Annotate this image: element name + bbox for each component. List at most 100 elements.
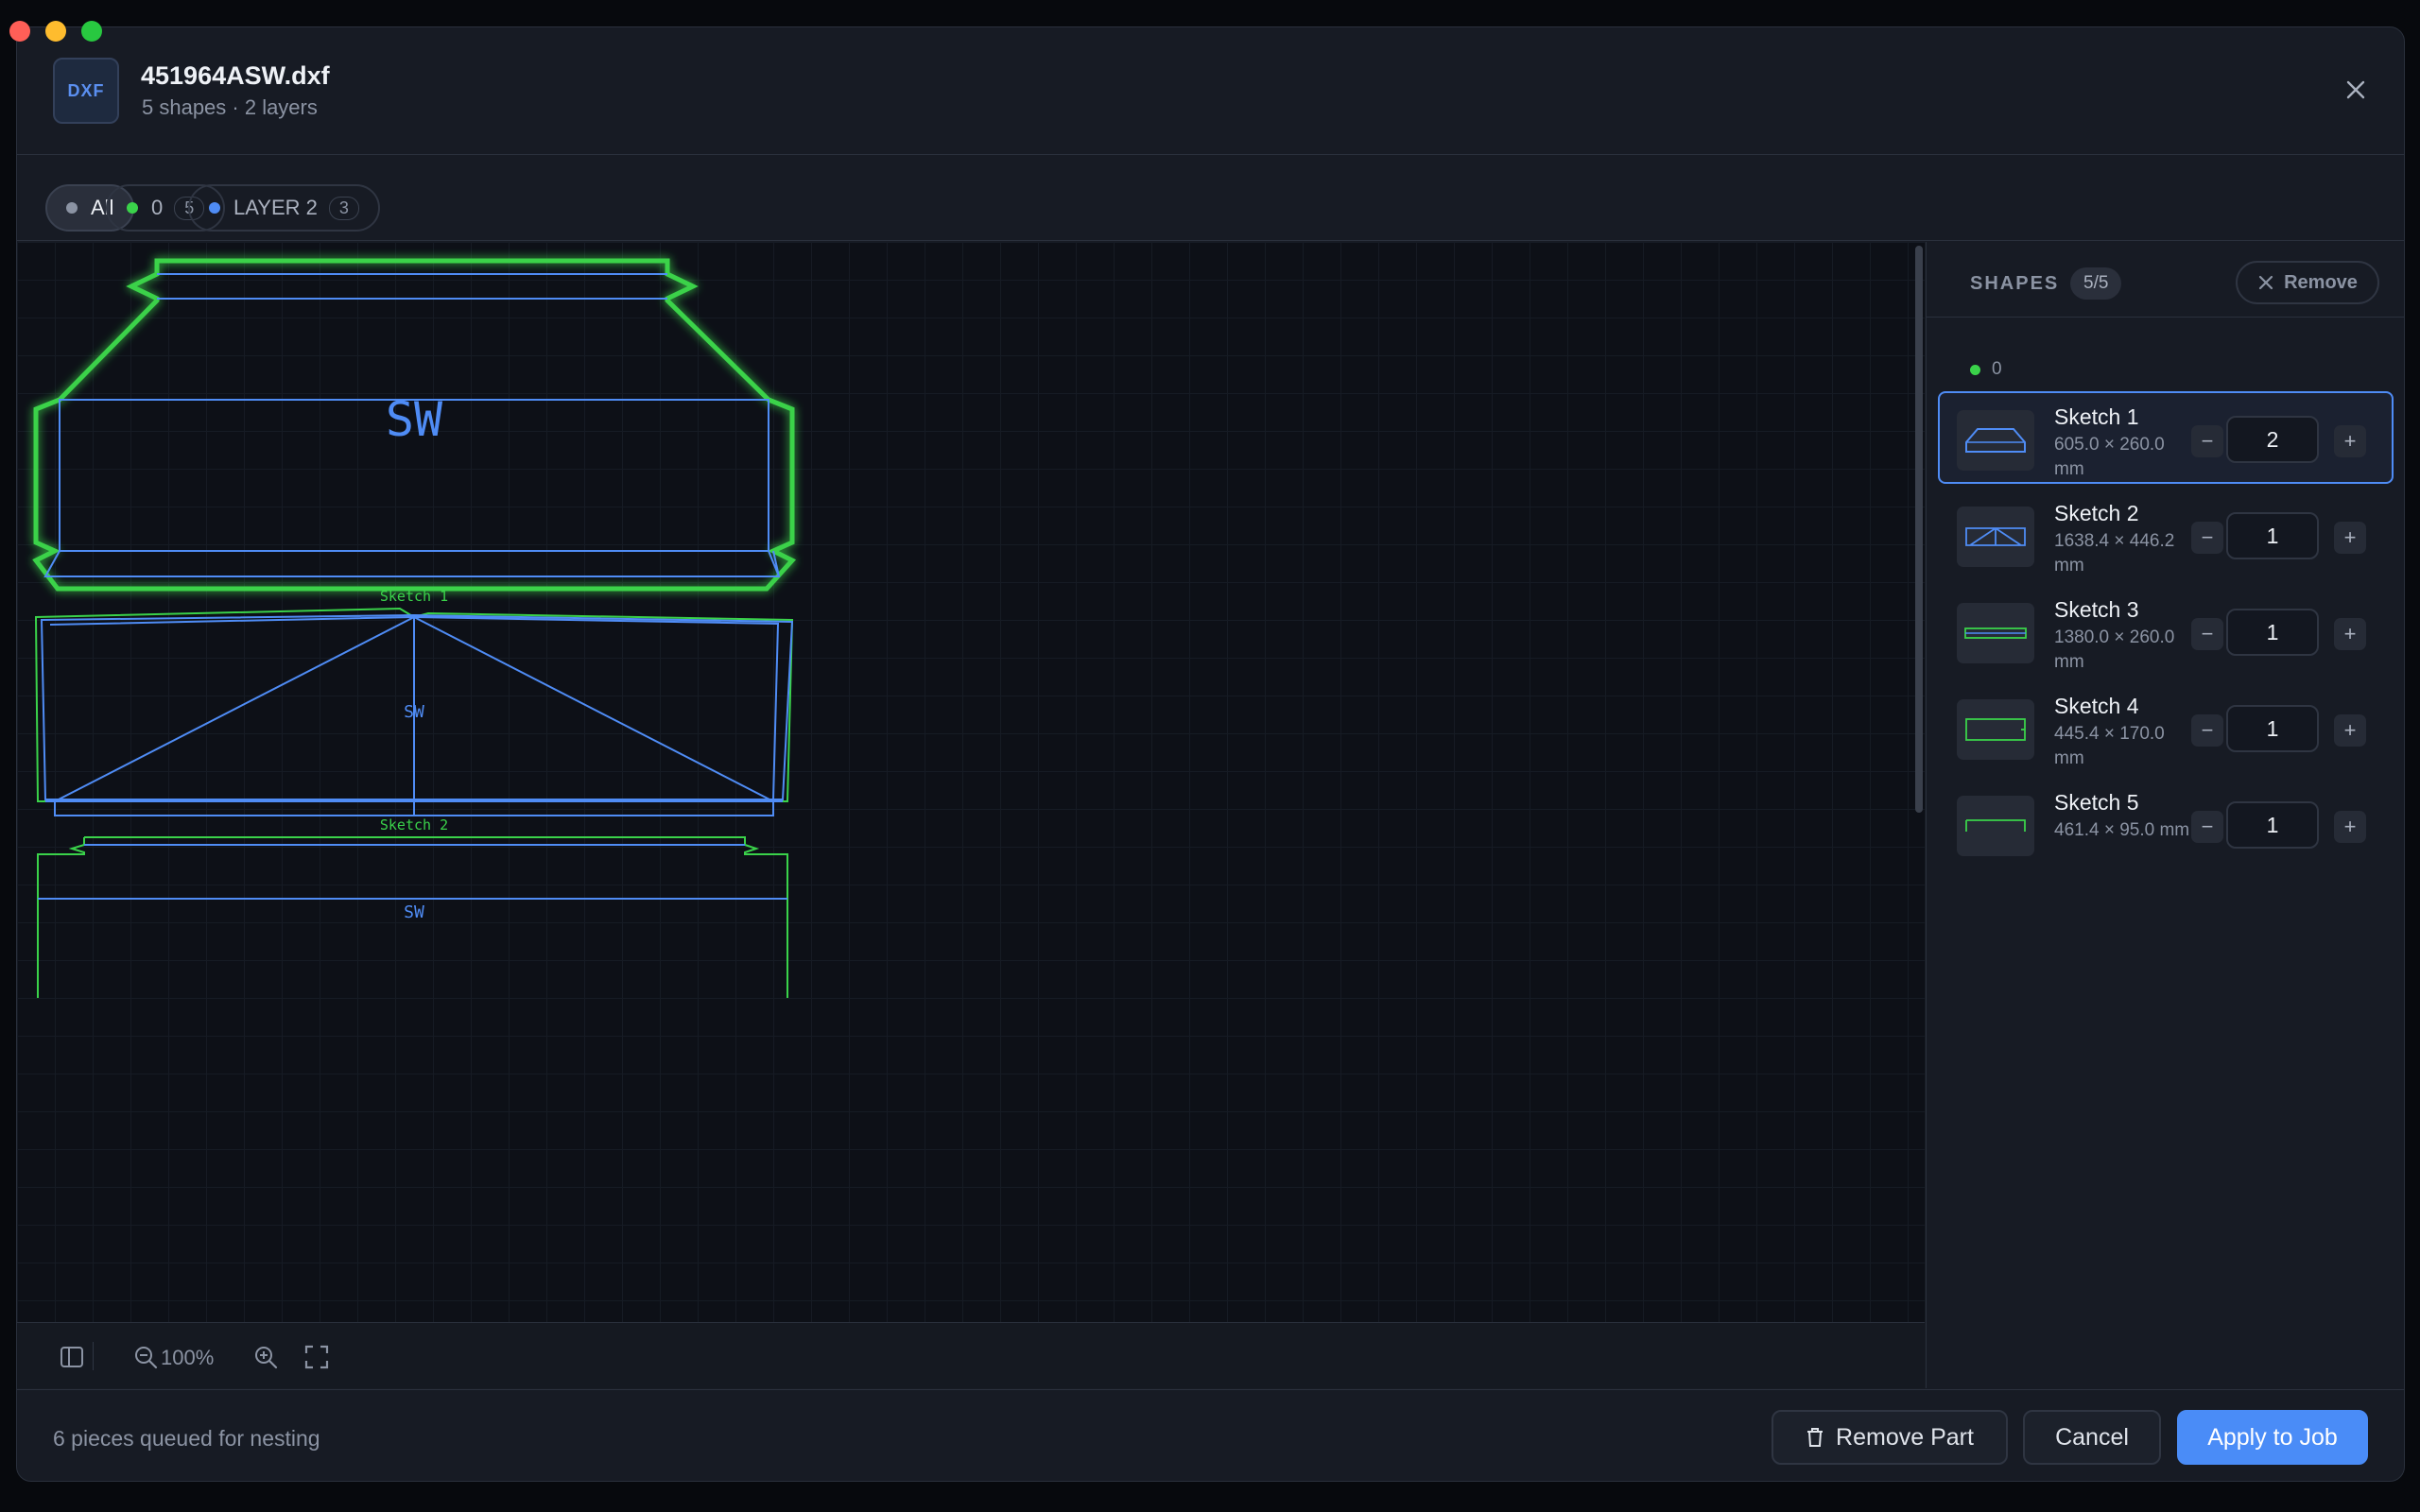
toggle-sidebar-button[interactable] bbox=[55, 1340, 89, 1374]
decrement-button[interactable]: − bbox=[2191, 618, 2223, 650]
shape-1-text: SW bbox=[386, 392, 443, 447]
shape-2-text: SW bbox=[404, 702, 424, 722]
shape-name: Sketch 4 bbox=[2054, 694, 2139, 718]
cancel-button[interactable]: Cancel bbox=[2023, 1410, 2161, 1465]
shape-dimensions: 1380.0 × 260.0 mm bbox=[2054, 627, 2175, 672]
zoom-out-button[interactable] bbox=[129, 1340, 163, 1374]
modal-header: DXF 451964ASW.dxf 5 shapes · 2 layers bbox=[17, 27, 2404, 155]
layer-dot-icon bbox=[1970, 364, 1980, 375]
increment-button[interactable]: + bbox=[2334, 618, 2366, 650]
nesting-status: 6 pieces queued for nesting bbox=[53, 1426, 320, 1451]
decrement-button[interactable]: − bbox=[2191, 522, 2223, 554]
shape-dimensions: 461.4 × 95.0 mm bbox=[2054, 820, 2190, 840]
shape-dimensions: 605.0 × 260.0 mm bbox=[2054, 435, 2165, 479]
zoom-level: 100% bbox=[161, 1346, 215, 1369]
shape-sketch-2[interactable]: SW Sketch 2 bbox=[34, 607, 794, 833]
layer-filter-bar: All 0 5 LAYER 2 3 bbox=[17, 156, 2404, 241]
shape-row-sketch-5[interactable]: Sketch 5 461.4 × 95.0 mm − + bbox=[1938, 777, 2394, 869]
increment-button[interactable]: + bbox=[2334, 714, 2366, 747]
sidebar-toggle-icon bbox=[60, 1347, 83, 1367]
shapes-panel-header: SHAPES 5/5 Remove bbox=[1927, 242, 2404, 318]
shape-row-sketch-4[interactable]: Sketch 4 445.4 × 170.0 mm − + bbox=[1938, 680, 2394, 773]
window-minimize-dot[interactable] bbox=[45, 21, 66, 42]
shapes-count-badge: 5/5 bbox=[2070, 267, 2122, 300]
filter-count: 3 bbox=[328, 196, 359, 220]
trash-icon bbox=[1807, 1428, 1824, 1447]
shape-3-text: SW bbox=[404, 902, 424, 922]
quantity-input[interactable] bbox=[2226, 512, 2319, 559]
sketch-1-thumb-icon bbox=[1965, 428, 2026, 453]
shape-row-sketch-2[interactable]: Sketch 2 1638.4 × 446.2 mm − + bbox=[1938, 488, 2394, 580]
sketch-2-thumb-icon bbox=[1965, 527, 2026, 546]
zoom-in-icon bbox=[255, 1347, 278, 1369]
zoom-in-button[interactable] bbox=[249, 1340, 283, 1374]
decrement-button[interactable]: − bbox=[2191, 714, 2223, 747]
sketch-3-thumb-icon bbox=[1964, 627, 2027, 639]
apply-label: Apply to Job bbox=[2207, 1423, 2338, 1451]
shapes-preview: SW Sketch 1 SW Sketch 2 SW bbox=[32, 258, 797, 998]
filter-label: 0 bbox=[151, 196, 164, 219]
window-zoom-dot[interactable] bbox=[81, 21, 102, 42]
cancel-label: Cancel bbox=[2055, 1423, 2129, 1451]
window-controls bbox=[9, 21, 102, 42]
shape-2-label: Sketch 2 bbox=[380, 816, 448, 833]
canvas-toolbar: 100% bbox=[17, 1322, 1925, 1388]
shape-1-label: Sketch 1 bbox=[380, 588, 448, 605]
file-summary: 5 shapes · 2 layers bbox=[142, 95, 318, 119]
apply-to-job-button[interactable]: Apply to Job bbox=[2177, 1410, 2368, 1465]
shape-thumbnail bbox=[1957, 603, 2034, 663]
shape-name: Sketch 5 bbox=[2054, 790, 2139, 815]
layer-group-label: 0 bbox=[1970, 359, 2002, 380]
shape-dimensions: 1638.4 × 446.2 mm bbox=[2054, 531, 2175, 576]
modal-footer: 6 pieces queued for nesting Remove Part … bbox=[17, 1389, 2404, 1481]
decrement-button[interactable]: − bbox=[2191, 425, 2223, 457]
shape-thumbnail bbox=[1957, 796, 2034, 856]
shape-thumbnail bbox=[1957, 410, 2034, 471]
shape-sketch-1[interactable]: SW Sketch 1 bbox=[32, 258, 797, 605]
remove-part-label: Remove Part bbox=[1836, 1423, 1974, 1451]
layer-dot-icon bbox=[127, 202, 138, 214]
shape-name: Sketch 1 bbox=[2054, 404, 2139, 429]
preview-canvas[interactable]: SW Sketch 1 SW Sketch 2 SW bbox=[17, 242, 1925, 1322]
decrement-button[interactable]: − bbox=[2191, 811, 2223, 843]
x-icon bbox=[2258, 275, 2273, 290]
shape-sketch-3[interactable]: SW bbox=[37, 836, 788, 998]
shapes-title: SHAPES bbox=[1970, 273, 2060, 294]
increment-button[interactable]: + bbox=[2334, 522, 2366, 554]
shape-row-sketch-3[interactable]: Sketch 3 1380.0 × 260.0 mm − + bbox=[1938, 584, 2394, 677]
remove-label: Remove bbox=[2284, 271, 2358, 293]
file-title: 451964ASW.dxf bbox=[141, 61, 330, 90]
shape-name: Sketch 3 bbox=[2054, 597, 2139, 622]
layer-dot-icon bbox=[209, 202, 220, 214]
layer-group-name: 0 bbox=[1992, 359, 2002, 379]
zoom-out-icon bbox=[135, 1347, 158, 1369]
fullscreen-icon bbox=[304, 1345, 329, 1369]
filter-label: LAYER 2 bbox=[233, 196, 318, 219]
dxf-import-modal: DXF 451964ASW.dxf 5 shapes · 2 layers Al… bbox=[16, 26, 2405, 1482]
remove-shapes-button[interactable]: Remove bbox=[2236, 261, 2379, 304]
quantity-input[interactable] bbox=[2226, 416, 2319, 463]
shape-3-inner-lines bbox=[38, 844, 787, 900]
sketch-4-thumb-icon bbox=[1965, 718, 2026, 741]
canvas-scrollbar[interactable] bbox=[1915, 246, 1923, 813]
filter-chip-layer-2[interactable]: LAYER 2 3 bbox=[188, 184, 380, 232]
close-button[interactable] bbox=[2335, 69, 2377, 111]
shape-dimensions: 445.4 × 170.0 mm bbox=[2054, 724, 2165, 768]
fit-to-view-button[interactable] bbox=[300, 1340, 334, 1374]
window-close-dot[interactable] bbox=[9, 21, 30, 42]
shape-name: Sketch 2 bbox=[2054, 501, 2139, 525]
increment-button[interactable]: + bbox=[2334, 811, 2366, 843]
increment-button[interactable]: + bbox=[2334, 425, 2366, 457]
shape-thumbnail bbox=[1957, 507, 2034, 567]
quantity-input[interactable] bbox=[2226, 705, 2319, 752]
shape-row-sketch-1[interactable]: Sketch 1 605.0 × 260.0 mm − + bbox=[1938, 391, 2394, 484]
dxf-file-icon: DXF bbox=[53, 58, 119, 124]
remove-part-button[interactable]: Remove Part bbox=[1772, 1410, 2008, 1465]
quantity-input[interactable] bbox=[2226, 609, 2319, 656]
close-icon bbox=[2346, 80, 2365, 99]
toolbar-divider bbox=[93, 1342, 94, 1370]
sketch-5-thumb-icon bbox=[1965, 819, 2026, 832]
layer-dot-icon bbox=[66, 202, 78, 214]
shapes-panel: SHAPES 5/5 Remove 0 Sketch 1 605.0 × 260… bbox=[1926, 242, 2404, 1388]
quantity-input[interactable] bbox=[2226, 801, 2319, 849]
